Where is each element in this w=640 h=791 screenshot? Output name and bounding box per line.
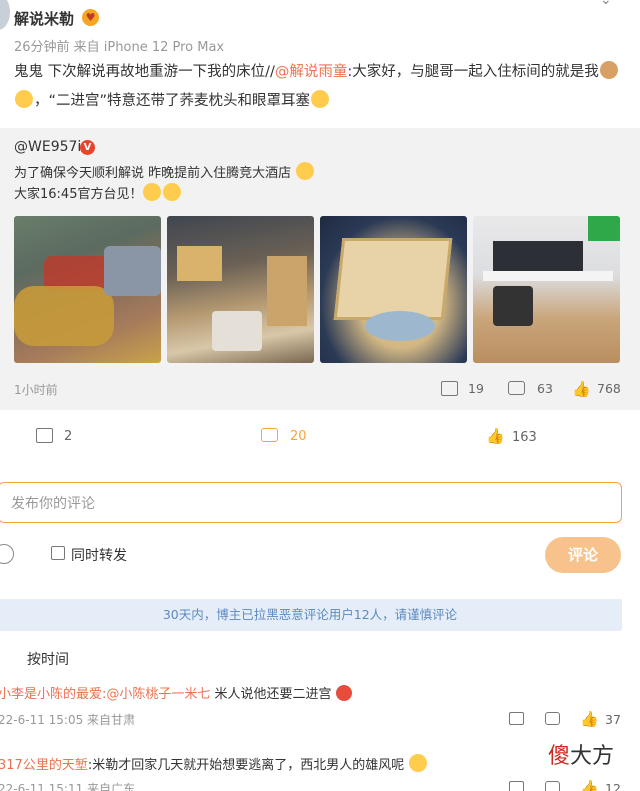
emoji-picker-icon[interactable] <box>0 544 14 564</box>
comment-body: 米人说他还要二进宫 <box>210 687 332 702</box>
post-text: 鬼鬼 下次解说再故地重游一下我的床位//@解说雨童:大家好，与腿哥一起入住标间的… <box>14 58 624 116</box>
more-options-icon[interactable]: ⌄ <box>600 0 618 10</box>
watermark-red: 傻 <box>548 744 571 769</box>
comment-text: 小李是小陈的最爱:@小陈桃子一米七 米人说他还要二进宫 <box>0 683 352 702</box>
repost-time: 1小时前 <box>14 383 58 397</box>
mention-link[interactable]: @解说雨童 <box>275 64 348 80</box>
watermark-black: 大方 <box>570 744 615 769</box>
sort-by-time-tab[interactable]: 按时间 <box>27 649 69 669</box>
comment-input[interactable]: 发布你的评论 <box>0 482 622 523</box>
like-count[interactable]: 163 <box>512 430 537 445</box>
post-meta: 26分钟前 来自 iPhone 12 Pro Max <box>14 40 225 55</box>
share-count[interactable]: 2 <box>64 429 72 444</box>
cry-laugh-emoji-icon <box>163 183 182 201</box>
sleepy-emoji-icon <box>311 90 330 108</box>
fire-emoji-icon: ♥ <box>82 9 99 26</box>
comment-icon[interactable] <box>545 712 560 725</box>
smile-emoji-icon <box>15 90 33 108</box>
post-author-name[interactable]: 解说米勒 <box>14 8 74 29</box>
repost-like-count[interactable]: 768 <box>597 381 621 396</box>
comment-like-count[interactable]: 37 <box>605 712 621 727</box>
cry-laugh-emoji-icon <box>143 183 162 201</box>
like-icon[interactable]: 👍 <box>486 428 505 444</box>
photo-luggage-room[interactable] <box>167 216 314 363</box>
repost-author[interactable]: @WE957i <box>14 139 81 155</box>
repost-checkbox[interactable] <box>51 546 65 560</box>
comment-meta: 22-6-11 15:11 来自广东 <box>0 782 136 791</box>
share-icon[interactable] <box>441 381 458 396</box>
comment-count[interactable]: 20 <box>290 429 307 444</box>
share-icon[interactable] <box>509 781 524 791</box>
verified-badge-icon: V <box>80 140 95 155</box>
avatar[interactable] <box>0 0 10 30</box>
submit-comment-button[interactable]: 评论 <box>545 537 621 573</box>
like-icon[interactable]: 👍 <box>572 381 591 397</box>
block-notice: 30天内，博主已拉黑恶意评论用户12人，请谨慎评论 <box>0 599 622 631</box>
comment-icon[interactable] <box>545 781 560 791</box>
photo-foosball-table[interactable] <box>320 216 467 363</box>
comment-username[interactable]: 317公里的天堑 <box>0 758 88 773</box>
smile-emoji-icon <box>296 162 315 180</box>
dog-emoji-icon <box>599 61 618 79</box>
repost-text-2: 大家16:45官方台见！ <box>14 187 143 202</box>
share-icon[interactable] <box>36 428 53 443</box>
comment-like-count[interactable]: 12 <box>605 781 621 791</box>
comment-icon[interactable] <box>508 381 525 395</box>
comment-meta: 22-6-11 15:05 来自甘肃 <box>0 713 136 727</box>
repost-text-1: 为了确保今天顺利解说 昨晚提前入住腾竞大酒店 <box>14 166 292 181</box>
photo-gaming-room[interactable] <box>473 216 620 363</box>
repost-comment-count[interactable]: 63 <box>537 381 553 396</box>
comment-body: :米勒才回家几天就开始想要逃离了，西北男人的雄风呢 <box>87 758 405 773</box>
watermark: 傻大方 <box>548 738 614 770</box>
photo-hotel-room[interactable] <box>14 216 161 363</box>
repost-text-line: 为了确保今天顺利解说 昨晚提前入住腾竞大酒店 <box>14 162 315 181</box>
comment-icon[interactable] <box>261 428 278 442</box>
repost-share-count[interactable]: 19 <box>468 381 484 396</box>
comment-text: 317公里的天堑:米勒才回家几天就开始想要逃离了，西北男人的雄风呢 <box>0 754 428 773</box>
fire-emoji-icon <box>335 685 352 701</box>
post-text-part: :大家好，与腿哥一起入住标间的就是我 <box>347 64 599 80</box>
repost-checkbox-label[interactable]: 同时转发 <box>71 545 127 565</box>
repost-text-line: 大家16:45官方台见！ <box>14 183 182 202</box>
comment-mention[interactable]: :@小陈桃子一米七 <box>102 687 210 702</box>
post-text-part: ，“二进宫”特意还带了荞麦枕头和眼罩耳塞 <box>34 93 311 109</box>
post-text-part: 鬼鬼 下次解说再故地重游一下我的床位// <box>14 64 275 80</box>
like-icon[interactable]: 👍 <box>580 711 599 727</box>
like-icon[interactable]: 👍 <box>580 780 599 791</box>
smile-emoji-icon <box>409 754 428 772</box>
comment-username[interactable]: 小李是小陈的最爱 <box>0 687 102 702</box>
share-icon[interactable] <box>509 712 524 725</box>
